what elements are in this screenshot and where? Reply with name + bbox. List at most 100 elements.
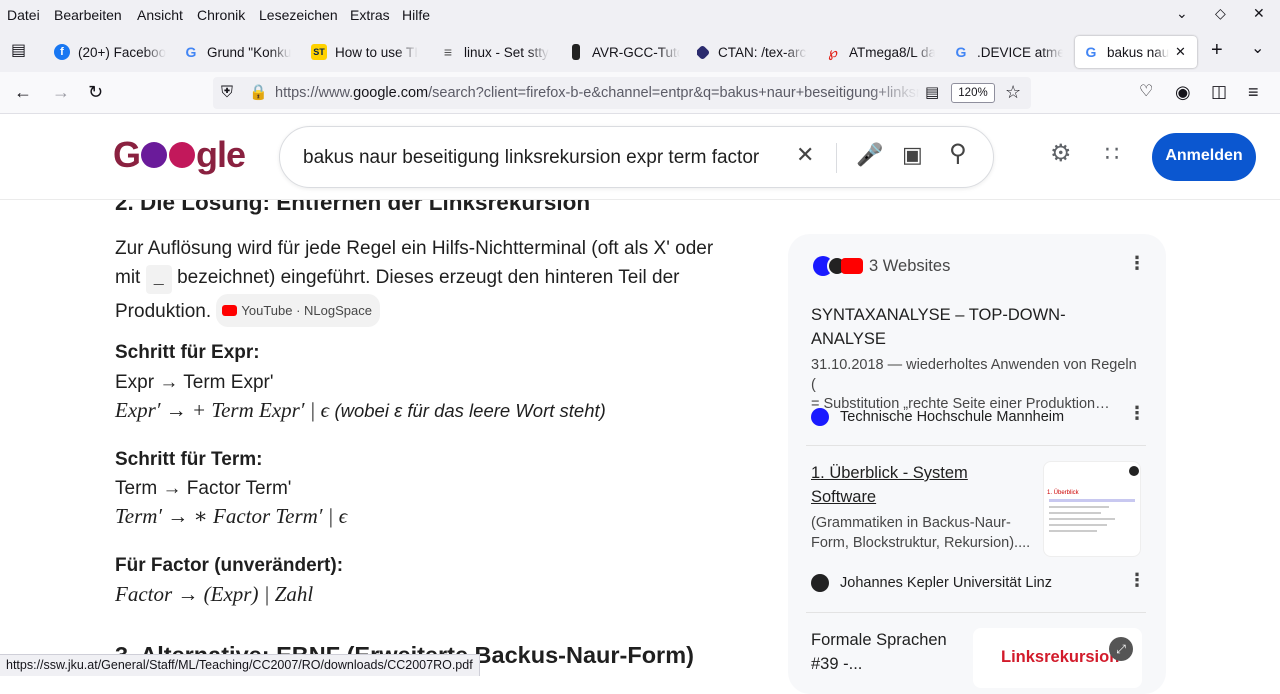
shield-icon[interactable]: ⛨ bbox=[221, 84, 233, 102]
menu-hamburger-icon[interactable]: ≡ bbox=[1248, 83, 1259, 101]
step-expr-rule: Expr → Term Expr' bbox=[115, 372, 274, 393]
clear-icon[interactable]: ✕ bbox=[796, 144, 814, 166]
menu-hilfe[interactable]: Hilfe bbox=[402, 7, 430, 23]
reader-view-icon[interactable]: ▤ bbox=[925, 84, 939, 102]
reload-icon[interactable]: ↻ bbox=[88, 83, 103, 101]
facebook-icon: f bbox=[54, 44, 70, 60]
source-card-thm[interactable]: SYNTAXANALYSE – TOP-DOWN-ANALYSE 31.10.2… bbox=[811, 303, 1137, 415]
signin-button[interactable]: Anmelden bbox=[1152, 133, 1256, 181]
tab-facebook[interactable]: f (20+) Facebook bbox=[54, 36, 166, 68]
source-snippet: (Grammatiken in Backus-Naur- Form, Block… bbox=[811, 515, 1031, 551]
tab-label: (20+) Facebook bbox=[78, 44, 166, 60]
divider bbox=[836, 143, 837, 173]
url-text[interactable]: https://www.google.com/search?client=fir… bbox=[275, 85, 920, 101]
menu-lesezeichen[interactable]: Lesezeichen bbox=[259, 7, 338, 23]
maximize-icon[interactable]: ◇ bbox=[1215, 5, 1226, 22]
divider bbox=[806, 612, 1146, 613]
tab-st[interactable]: ST How to use TI bbox=[311, 36, 421, 68]
settings-gear-icon[interactable]: ⚙ bbox=[1050, 142, 1072, 166]
tab-stackoverflow[interactable]: ≡ linux - Set stty bbox=[440, 36, 552, 68]
youtube-icon bbox=[841, 258, 863, 274]
step-expr-math: Expr′ → + Term Expr′ | ϵ (wobei ε für da… bbox=[115, 398, 606, 422]
source-snippet: 31.10.2018 — wiederholtes Anwenden von R… bbox=[811, 357, 1137, 412]
intro-line: mit _ bezeichnet) eingeführt. Dieses erz… bbox=[115, 263, 765, 294]
tab-google-konkurs[interactable]: G Grund "Konkurs" bbox=[183, 36, 291, 68]
extensions-icon[interactable]: ◫ bbox=[1211, 83, 1227, 101]
tab-label: linux - Set stty bbox=[464, 44, 549, 60]
zoom-level[interactable]: 120% bbox=[951, 83, 995, 103]
st-icon: ST bbox=[311, 44, 327, 60]
apps-grid-icon[interactable]: ∷ bbox=[1105, 143, 1119, 165]
step-term-math: Term′ → ∗ Factor Term′ | ϵ bbox=[115, 504, 348, 528]
source-site[interactable]: Technische Hochschule Mannheim bbox=[811, 408, 1064, 426]
thumbnail-line bbox=[1049, 530, 1097, 532]
thumbnail-line bbox=[1049, 518, 1115, 520]
minimize-icon[interactable]: ⌄ bbox=[1176, 5, 1188, 22]
menu-ansicht[interactable]: Ansicht bbox=[137, 7, 183, 23]
bookmark-star-icon[interactable]: ☆ bbox=[1005, 83, 1021, 101]
forward-icon[interactable]: → bbox=[52, 83, 70, 101]
menu-extras[interactable]: Extras bbox=[350, 7, 390, 23]
mikrocontroller-icon bbox=[572, 44, 580, 60]
tab-avr-gcc[interactable]: AVR-GCC-Tutorial bbox=[568, 36, 680, 68]
tab-atmega-datasheet[interactable]: ℘ ATmega8/L datasheet bbox=[825, 36, 935, 68]
navigation-bar: ← → ↻ ⛨ 🔒 https://www.google.com/search?… bbox=[0, 72, 1280, 114]
search-input[interactable]: bakus naur beseitigung linksrekursion ex… bbox=[303, 147, 759, 169]
expand-icon[interactable]: ⤢ bbox=[1109, 637, 1133, 661]
source-title[interactable]: 1. Überblick - System Software bbox=[811, 461, 1036, 509]
source-title[interactable]: Formale Sprachen #39 -... bbox=[811, 628, 971, 676]
account-icon[interactable]: ◉ bbox=[1175, 83, 1191, 101]
tab-ctan[interactable]: CTAN: /tex-archive bbox=[697, 36, 807, 68]
source-chip-youtube[interactable]: YouTube · NLogSpace bbox=[216, 294, 380, 327]
google-doodle-logo[interactable]: Ggle bbox=[113, 134, 246, 176]
youtube-icon bbox=[222, 305, 238, 316]
thm-icon bbox=[811, 408, 829, 426]
pocket-icon[interactable]: ♡ bbox=[1139, 83, 1153, 101]
search-icon[interactable]: ⚲ bbox=[949, 142, 967, 166]
tab-label: .DEVICE atmega bbox=[977, 44, 1063, 60]
lock-icon[interactable]: 🔒 bbox=[249, 84, 268, 102]
more-options-icon[interactable]: ⋮ bbox=[1128, 254, 1146, 272]
google-icon: G bbox=[185, 44, 197, 60]
tab-label: CTAN: /tex-archive bbox=[718, 44, 807, 60]
sources-header[interactable]: 3 Websites bbox=[813, 256, 950, 276]
step-term-rule: Term → Factor Term' bbox=[115, 478, 292, 499]
step-factor-math: Factor → (Expr) | Zahl bbox=[115, 582, 314, 606]
google-icon: G bbox=[1085, 44, 1097, 60]
search-box[interactable]: bakus naur beseitigung linksrekursion ex… bbox=[279, 126, 994, 188]
tab-label: bakus naur bbox=[1107, 44, 1169, 60]
stackoverflow-icon: ≡ bbox=[443, 44, 453, 60]
ctan-icon bbox=[697, 44, 711, 60]
source-title[interactable]: SYNTAXANALYSE – TOP-DOWN-ANALYSE bbox=[811, 303, 1111, 351]
tab-label: How to use TI bbox=[335, 44, 419, 60]
tab-label: AVR-GCC-Tutorial bbox=[592, 44, 680, 60]
step-term-title: Schritt für Term: bbox=[115, 449, 263, 470]
source-site[interactable]: Johannes Kepler Universität Linz bbox=[811, 574, 1052, 592]
menu-bearbeiten[interactable]: Bearbeiten bbox=[54, 7, 122, 23]
menu-chronik[interactable]: Chronik bbox=[197, 7, 245, 23]
new-tab-icon[interactable]: + bbox=[1211, 40, 1223, 60]
more-options-icon[interactable]: ⋮ bbox=[1128, 404, 1146, 422]
intro-line: Zur Auflösung wird für jede Regel ein Hi… bbox=[115, 238, 714, 259]
ssw-icon bbox=[1129, 466, 1139, 476]
source-card-jku[interactable]: 1. Überblick - System Software (Grammatik… bbox=[811, 461, 1036, 553]
source-card-youtube[interactable]: Formale Sprachen #39 -... bbox=[811, 628, 971, 676]
back-icon[interactable]: ← bbox=[14, 83, 32, 101]
microphone-icon[interactable]: 🎤 bbox=[856, 144, 883, 166]
close-window-icon[interactable]: ✕ bbox=[1253, 5, 1265, 22]
source-thumbnail[interactable]: Linksrekursion ⤢ bbox=[973, 628, 1142, 688]
tab-overview-icon[interactable]: ▤ bbox=[11, 42, 26, 60]
tab-device-atmega[interactable]: G .DEVICE atmega bbox=[953, 36, 1063, 68]
ssw-icon bbox=[811, 574, 829, 592]
menu-datei[interactable]: Datei bbox=[7, 7, 40, 23]
link-status-bar: https://ssw.jku.at/General/Staff/ML/Teac… bbox=[0, 654, 480, 676]
tab-bakus-naur-active[interactable]: G bakus naur ✕ bbox=[1075, 36, 1197, 68]
source-thumbnail[interactable]: 1. Überblick bbox=[1043, 461, 1141, 557]
camera-search-icon[interactable]: ▣ bbox=[902, 144, 923, 166]
google-header: Ggle bakus naur beseitigung linksrekursi… bbox=[0, 114, 1280, 200]
sources-panel: 3 Websites ⋮ SYNTAXANALYSE – TOP-DOWN-AN… bbox=[788, 234, 1166, 694]
more-options-icon[interactable]: ⋮ bbox=[1128, 571, 1146, 589]
url-bar[interactable]: ⛨ 🔒 https://www.google.com/search?client… bbox=[213, 77, 1031, 109]
list-tabs-icon[interactable]: ⌄ bbox=[1251, 40, 1264, 58]
close-tab-icon[interactable]: ✕ bbox=[1175, 44, 1186, 60]
